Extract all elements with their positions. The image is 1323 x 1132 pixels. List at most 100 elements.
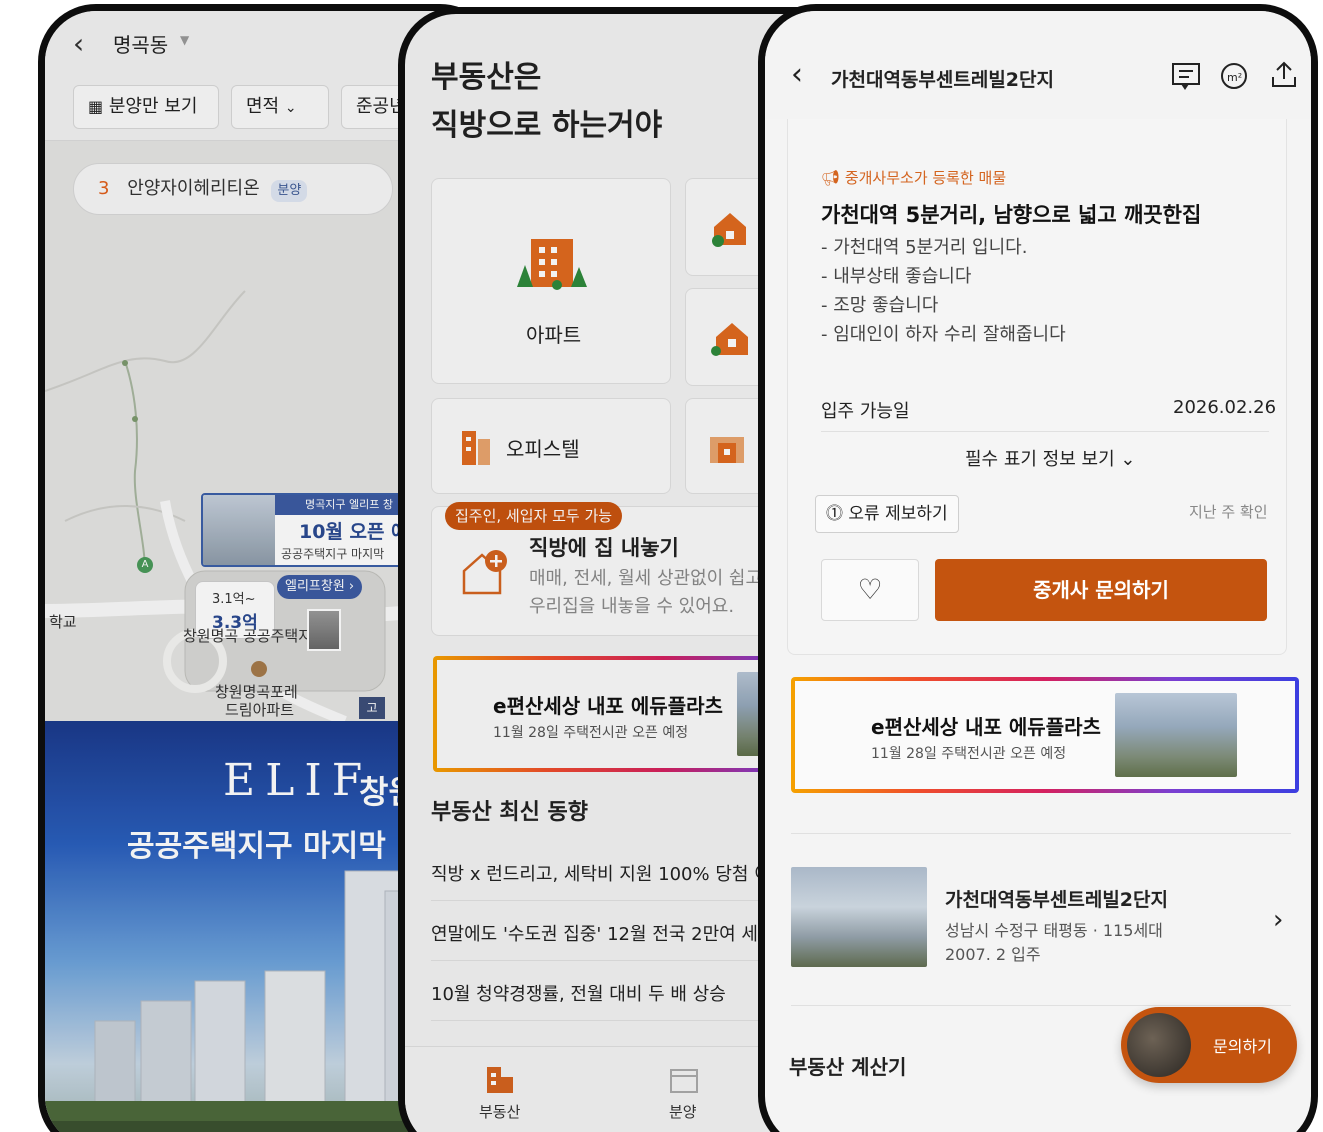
poi-icon[interactable] bbox=[251, 661, 267, 677]
map-label-complex: 창원명곡 공공주택지 bbox=[183, 627, 312, 645]
map-tag-small: 고 bbox=[359, 697, 385, 719]
report-error-label: 오류 제보하기 bbox=[848, 504, 948, 524]
headline-line2: 직방으로 하는거야 bbox=[431, 108, 663, 143]
filter-presale[interactable]: ▦ 분양만 보기 bbox=[73, 85, 219, 129]
pill-name: 안양자이헤리티온 bbox=[127, 178, 260, 199]
back-icon[interactable]: ‹ bbox=[73, 27, 84, 60]
showcase-stage: ‹ 명곡동 ▼ ▦ 분양만 보기 면적 ⌄ 준공년 3 안양자이헤리티온 분양 … bbox=[0, 0, 1323, 1132]
complex-address: 성남시 수정구 태평동 bbox=[945, 921, 1088, 940]
megaphone-icon: 📢︎ bbox=[821, 169, 845, 187]
required-info-label: 필수 표기 정보 보기 bbox=[965, 449, 1115, 470]
share-icon[interactable] bbox=[1269, 59, 1299, 89]
broker-registered-tag: 📢︎ 중개사무소가 등록한 매물 bbox=[821, 167, 1006, 188]
area-unit-icon[interactable]: m² bbox=[1219, 61, 1249, 91]
news-item-1[interactable]: 직방 x 런드리고, 세탁비 지원 100% 당첨 이벤 bbox=[431, 860, 787, 886]
map-pin-icon[interactable]: A bbox=[137, 557, 153, 573]
list-property-badge: 집주인, 세입자 모두 가능 bbox=[445, 502, 623, 530]
calendar-icon: ▦ bbox=[88, 97, 104, 116]
news-item-3[interactable]: 10월 청약경쟁률, 전월 대비 두 배 상승 bbox=[431, 980, 726, 1006]
detail-divider bbox=[821, 431, 1269, 432]
filter-area[interactable]: 면적 ⌄ bbox=[231, 85, 329, 129]
category-label-officetel: 오피스텔 bbox=[506, 437, 580, 461]
broker-registered-label: 중개사무소가 등록한 매물 bbox=[844, 169, 1007, 187]
pill-rank: 3 bbox=[98, 178, 110, 199]
phone-listing-detail: ‹ 가천대역동부센트레빌2단지 m² 📢︎ 중개사무소가 등록한 매물 가천대역… bbox=[758, 4, 1318, 1132]
listing-line-2: - 내부상태 좋습니다 bbox=[821, 266, 972, 287]
news-section-title: 부동산 최신 동향 bbox=[431, 800, 588, 825]
nav-realestate-label[interactable]: 부동산 bbox=[479, 1101, 520, 1122]
ad-banner-title: e편산세상 내포 에듀플라츠 bbox=[871, 715, 1101, 739]
listing-line-4: - 임대인이 하자 수리 잘해줍니다 bbox=[821, 324, 1066, 345]
presale-marker-card[interactable]: 명곡지구 엘리프 창 10월 오픈 예 공공주택지구 마지막 bbox=[201, 493, 421, 567]
move-in-label: 입주 가능일 bbox=[821, 401, 910, 422]
complex-households: 115세대 bbox=[1102, 921, 1163, 940]
complex-built: 2007. 2 입주 bbox=[945, 945, 1041, 964]
complex-name: 가천대역동부센트레빌2단지 bbox=[945, 889, 1168, 911]
category-label-apartment: 아파트 bbox=[526, 323, 582, 347]
ad-banner[interactable]: e편산세상 내포 에듀플라츠 11월 28일 주택전시관 오픈 예정 bbox=[791, 677, 1299, 793]
agent-avatar bbox=[1127, 1013, 1191, 1077]
listing-headline: 가천대역 5분거리, 남향으로 넓고 깨끗한집 bbox=[821, 203, 1202, 227]
listing-line-3: - 조망 좋습니다 bbox=[821, 295, 939, 316]
ad-banner-subtitle: 11월 28일 주택전시관 오픈 예정 bbox=[493, 725, 689, 741]
map-label-school: 학교 bbox=[49, 613, 77, 631]
complex-summary[interactable]: 가천대역동부센트레빌2단지 성남시 수정구 태평동 · 115세대 2007. … bbox=[791, 857, 1301, 981]
inquiry-fab-label: 문의하기 bbox=[1213, 1037, 1272, 1056]
memo-icon[interactable] bbox=[1171, 61, 1201, 91]
back-icon[interactable]: ‹ bbox=[791, 57, 803, 92]
apartment-icon bbox=[517, 239, 587, 290]
report-error-button[interactable]: ⓵ 오류 제보하기 bbox=[815, 495, 959, 533]
complex-address-row: 성남시 수정구 태평동 · 115세대 bbox=[945, 921, 1163, 940]
nav-presale-icon[interactable] bbox=[669, 1065, 699, 1095]
headline-line1: 부동산은 bbox=[431, 60, 542, 95]
filter-area-label: 면적 bbox=[246, 96, 280, 117]
presale-badge: 분양 bbox=[271, 180, 308, 202]
chevron-down-icon: ⌄ bbox=[1120, 449, 1136, 470]
list-property-desc1: 매매, 전세, 월세 상관없이 쉽고 bbox=[529, 568, 763, 589]
house-icon bbox=[712, 213, 746, 247]
last-checked: 지난 주 확인 bbox=[1189, 503, 1268, 521]
marker-link[interactable]: 엘리프창원 › bbox=[277, 575, 363, 599]
chevron-down-icon[interactable]: ▼ bbox=[180, 33, 189, 47]
listing-line-1: - 가천대역 5분거리 입니다. bbox=[821, 237, 1028, 258]
inquiry-fab[interactable]: 문의하기 bbox=[1121, 1007, 1297, 1083]
detail-title: 가천대역동부센트레빌2단지 bbox=[831, 69, 1054, 91]
nav-presale-label[interactable]: 분양 bbox=[669, 1101, 697, 1122]
required-info-toggle[interactable]: 필수 표기 정보 보기 ⌄ bbox=[965, 445, 1135, 471]
house-add-icon bbox=[462, 550, 507, 595]
news-item-2[interactable]: 연말에도 '수도권 집중' 12월 전국 2만여 세대 bbox=[431, 920, 775, 946]
region-title[interactable]: 명곡동 bbox=[113, 29, 168, 58]
officetel-icon bbox=[462, 431, 490, 465]
marker-thumbnail bbox=[203, 495, 275, 565]
ad-banner-image bbox=[1115, 693, 1237, 777]
marker-subtitle: 공공주택지구 마지막 bbox=[281, 547, 385, 561]
favorite-button[interactable]: ♡ bbox=[821, 559, 919, 621]
ad-banner-title: e편산세상 내포 에듀플라츠 bbox=[493, 694, 723, 718]
chevron-right-icon[interactable]: › bbox=[1273, 905, 1283, 935]
building-marker-icon[interactable] bbox=[307, 609, 341, 651]
alert-icon: ⓵ bbox=[826, 504, 843, 524]
price-range: 3.1억~ bbox=[212, 592, 256, 607]
filter-presale-label: 분양만 보기 bbox=[108, 96, 198, 117]
store-icon bbox=[710, 437, 744, 463]
nearby-complex-pill[interactable]: 3 안양자이헤리티온 분양 bbox=[73, 163, 393, 215]
section-divider bbox=[791, 833, 1291, 834]
category-card-officetel[interactable]: 오피스텔 bbox=[431, 398, 671, 494]
marker-headline: 10월 오픈 예 bbox=[299, 521, 409, 543]
list-property-title: 직방에 집 내놓기 bbox=[529, 536, 679, 560]
contact-broker-button[interactable]: 중개사 문의하기 bbox=[935, 559, 1267, 621]
chevron-down-icon: ⌄ bbox=[284, 100, 297, 116]
heart-icon: ♡ bbox=[857, 573, 883, 606]
list-property-desc2: 우리집을 내놓을 수 있어요. bbox=[529, 596, 735, 617]
map-label-apt2: 드림아파트 bbox=[225, 701, 295, 719]
section-divider bbox=[791, 1005, 1291, 1006]
calculator-title[interactable]: 부동산 계산기 bbox=[789, 1051, 906, 1080]
villa-icon bbox=[711, 323, 748, 356]
move-in-value: 2026.02.26 bbox=[1173, 397, 1277, 418]
svg-text:m²: m² bbox=[1227, 71, 1242, 84]
category-card-apartment[interactable]: 아파트 bbox=[431, 178, 671, 384]
detail-header: ‹ 가천대역동부센트레빌2단지 m² bbox=[765, 11, 1311, 119]
nav-realestate-icon[interactable] bbox=[485, 1065, 515, 1095]
ad-banner-subtitle: 11월 28일 주택전시관 오픈 예정 bbox=[871, 746, 1067, 762]
complex-photo bbox=[791, 867, 927, 967]
